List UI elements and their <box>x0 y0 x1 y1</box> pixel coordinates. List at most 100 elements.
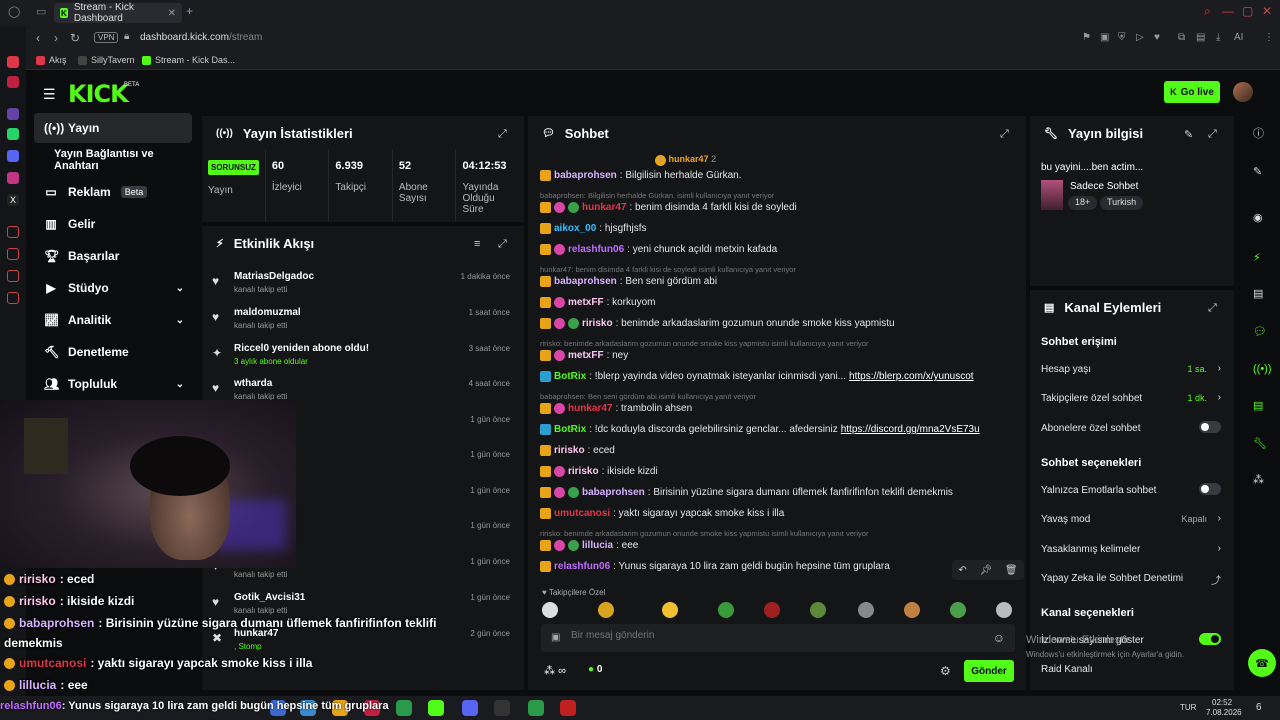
minimize-icon[interactable]: — <box>1222 4 1234 18</box>
setting-row[interactable]: Yavaş mod Kapalı › <box>1041 513 1221 525</box>
chat-username[interactable]: umutcanosi <box>554 508 610 519</box>
chat-message[interactable]: ririsko: eced <box>540 445 615 456</box>
emote-icon[interactable] <box>950 602 966 618</box>
whatsapp-icon[interactable] <box>7 128 19 140</box>
chat-username[interactable]: relashfun06 <box>568 244 624 255</box>
taskbar-app-icon[interactable] <box>560 700 576 716</box>
chat-username[interactable]: relashfun06 <box>554 561 610 572</box>
setting-row[interactable]: Hesap yaşı 1 sa. › <box>1041 363 1221 375</box>
info-icon[interactable]: ⓘ <box>1253 125 1264 141</box>
emote-icon[interactable] <box>542 602 558 618</box>
send-button[interactable]: Gönder <box>964 660 1014 682</box>
points-icon[interactable]: ⁂ ∞ <box>544 664 566 677</box>
chat-message[interactable]: lillucia: eee <box>540 540 638 551</box>
history-icon[interactable] <box>7 226 19 238</box>
chat-message[interactable]: babaprohsen: Bilgilisin herhalde Gürkan. <box>540 170 742 181</box>
play-icon[interactable]: ▷ <box>1136 32 1144 43</box>
chat-message[interactable]: metxFF: korkuyom <box>540 297 655 308</box>
chat-message[interactable]: hunkar47: benim disimda 4 farkli kisi de… <box>540 202 797 213</box>
heart-icon[interactable] <box>7 270 19 282</box>
sidebar-app-icon[interactable] <box>7 76 19 88</box>
broadcast-icon[interactable]: ((•)) <box>1253 363 1272 375</box>
layout-icon[interactable]: ▤ <box>1253 399 1263 412</box>
chat-message[interactable]: BotRix: !dc koduyla discorda gelebilirsi… <box>540 424 980 435</box>
more-icon[interactable]: ⋮ <box>1264 32 1274 43</box>
activity-item[interactable]: ✦ Riccel0 yeniden abone oldu! 3 aylık abon… <box>206 340 520 376</box>
emote-icon[interactable] <box>598 602 614 618</box>
chat-message[interactable]: aikox_00: hjsgfhjsfs <box>540 223 647 234</box>
chat-message-input[interactable] <box>571 630 971 641</box>
maximize-icon[interactable]: ▢ <box>1242 4 1253 18</box>
emote-icon[interactable] <box>764 602 780 618</box>
edit-icon[interactable]: ✎ <box>1184 128 1193 141</box>
chat-link[interactable]: https://discord.gg/mna2VsE73u <box>841 424 980 435</box>
setting-row[interactable]: Yapay Zeka ile Sohbet Denetimi ⤴ <box>1041 573 1221 587</box>
chat-message[interactable]: metxFF: ney <box>540 350 628 361</box>
toggle-switch[interactable] <box>1199 633 1221 645</box>
url-field[interactable]: dashboard.kick.com/stream <box>140 32 262 43</box>
vpn-badge[interactable]: VPN <box>94 32 119 43</box>
chat-username[interactable]: ririsko <box>554 445 585 456</box>
chat-message[interactable]: ririsko: ikiside kizdi <box>540 466 658 477</box>
wallet-icon[interactable]: ▤ <box>1196 32 1205 43</box>
setting-row[interactable]: Yalnızca Emotlarla sohbet <box>1041 483 1221 496</box>
chat-username[interactable]: BotRix <box>554 424 586 435</box>
emote-icon[interactable] <box>996 602 1012 618</box>
hamburger-menu-icon[interactable]: ☰ <box>43 86 56 103</box>
chat-username[interactable]: babaprohsen <box>582 487 645 498</box>
kick-points[interactable]: ● 0 <box>588 664 602 675</box>
notification-count[interactable]: 6 <box>1256 702 1262 713</box>
chat-username[interactable]: lillucia <box>582 540 613 551</box>
chat-username[interactable]: hunkar47 <box>582 202 626 213</box>
clipboard-icon[interactable]: ▤ <box>1253 287 1263 300</box>
reload-icon[interactable]: ↻ <box>70 31 80 45</box>
emote-icon[interactable] <box>662 602 678 618</box>
toggle-switch[interactable] <box>1199 421 1221 433</box>
chat-message[interactable]: BotRix: !blerp yayinda video oynatmak is… <box>540 371 974 382</box>
chat-icon[interactable]: 💬︎ <box>1253 325 1267 338</box>
emoji-icon[interactable]: ☺ <box>993 631 1005 645</box>
browser-tab[interactable]: K Stream - Kick Dashboard ✕ <box>54 2 182 24</box>
twitch-icon[interactable] <box>7 108 19 120</box>
chat-messages[interactable]: babaprohsen: Bilgilisin herhalde Gürkan.… <box>536 166 1020 582</box>
chat-username[interactable]: ririsko <box>568 466 599 477</box>
ai-button[interactable]: AI <box>1234 32 1243 43</box>
chat-username[interactable]: babaprohsen <box>554 170 617 181</box>
close-window-icon[interactable]: ✕ <box>1262 4 1272 18</box>
chat-username[interactable]: BotRix <box>554 371 586 382</box>
taskbar-app-icon[interactable] <box>494 700 510 716</box>
activity-item[interactable]: ♥ MatriasDelgadoc kanalı takip etti 1 dakik… <box>206 268 520 304</box>
chat-username[interactable]: metxFF <box>568 350 604 361</box>
opera-logo-icon[interactable]: ◯ <box>8 5 20 18</box>
wrench-icon[interactable]: 🔧︎ <box>1253 437 1267 450</box>
nav-item-reklam[interactable]: ▭ Reklam Beta <box>34 177 192 207</box>
bookmark-kick[interactable]: Stream - Kick Das... <box>142 55 235 65</box>
nav-item-yayin[interactable]: ((•)) Yayın <box>34 113 192 143</box>
chat-message[interactable]: relashfun06: Yunus sigaraya 10 lira zam … <box>540 561 890 572</box>
emote-icon[interactable] <box>718 602 734 618</box>
discord-icon[interactable] <box>7 150 19 162</box>
pinned-user[interactable]: 1 hunkar47 2 <box>655 154 716 166</box>
user-avatar[interactable] <box>1233 82 1253 102</box>
language-indicator[interactable]: TUR <box>1180 703 1196 712</box>
expand-icon[interactable]: ⤢ <box>1208 128 1217 141</box>
support-icon[interactable]: ☎ <box>1248 649 1276 677</box>
lightning-icon[interactable]: ⚡︎ <box>1253 251 1261 264</box>
extensions-icon[interactable]: ⧉ <box>1178 32 1185 43</box>
chat-settings-icon[interactable]: ⚙ <box>940 664 951 678</box>
points-icon[interactable]: ⁂ <box>1253 473 1264 486</box>
chat-message[interactable]: relashfun06: yeni chunck açıldı metxin k… <box>540 244 777 255</box>
pencil-icon[interactable]: ✎ <box>1253 165 1262 178</box>
taskbar-app-icon[interactable] <box>462 700 478 716</box>
tab-menu-icon[interactable]: ▭ <box>36 5 46 18</box>
taskbar-app-icon[interactable] <box>528 700 544 716</box>
expand-icon[interactable]: ⤢ <box>498 238 507 251</box>
emote-icon[interactable] <box>904 602 920 618</box>
chat-message[interactable]: hunkar47: trambolin ahsen <box>540 403 692 414</box>
chat-username[interactable]: babaprohsen <box>554 276 617 287</box>
heart-icon[interactable]: ♥ <box>1154 32 1160 43</box>
new-tab-icon[interactable]: + <box>186 4 193 18</box>
filter-icon[interactable]: ≡ <box>474 238 480 250</box>
clock-time[interactable]: 02:52 <box>1212 698 1232 707</box>
search-icon[interactable]: ⌕ <box>1204 4 1211 19</box>
